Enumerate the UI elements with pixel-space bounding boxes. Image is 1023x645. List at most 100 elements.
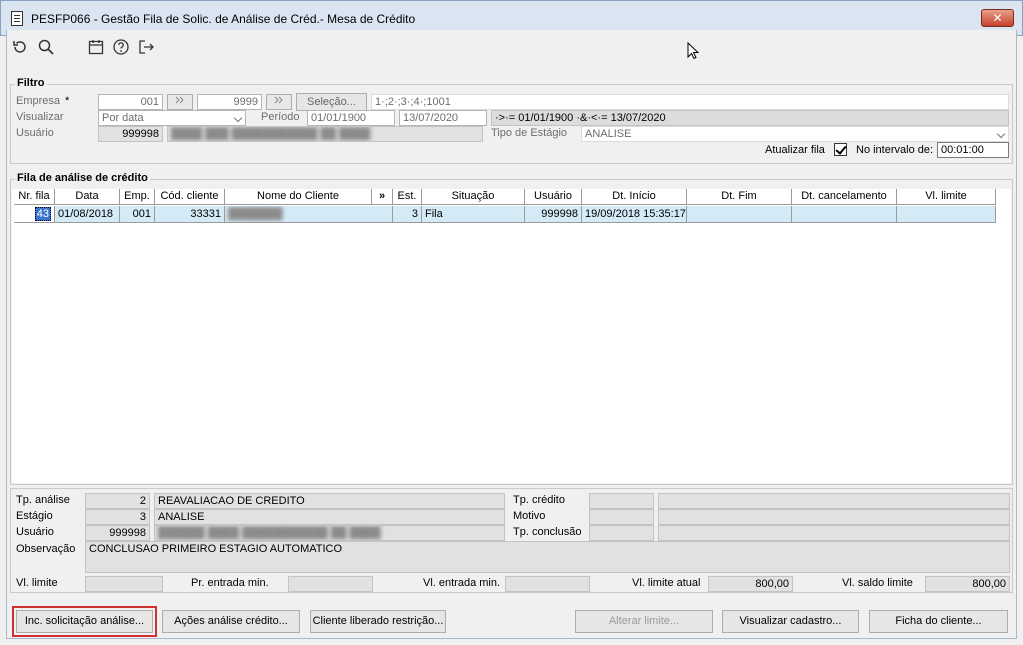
- close-button[interactable]: ✕: [981, 9, 1014, 27]
- visualizar-cadastro-button[interactable]: Visualizar cadastro...: [722, 610, 859, 633]
- cliente-liberado-button[interactable]: Cliente liberado restrição...: [310, 610, 446, 633]
- periodo-from-input[interactable]: 01/01/1900: [307, 110, 395, 126]
- detail-usuario-code: 999998: [85, 525, 150, 541]
- vl-limite-field: [85, 576, 163, 592]
- col-expand[interactable]: »: [372, 189, 393, 205]
- table-row-cell-limite[interactable]: [897, 206, 996, 223]
- help-icon[interactable]: [112, 38, 130, 56]
- estagio-code: 3: [85, 509, 150, 525]
- motivo-code: [589, 509, 654, 525]
- visualizar-select[interactable]: Por data: [98, 110, 246, 126]
- vl-entrada-field: [505, 576, 590, 592]
- empresa-label: Empresa: [16, 95, 61, 107]
- detail-usuario-name: ██████ ████ ███████████ ██ ████: [154, 525, 505, 541]
- periodo-label: Período: [261, 111, 300, 123]
- tp-conclusao-code: [589, 525, 654, 541]
- vl-limite-label: Vl. limite: [16, 577, 58, 589]
- estagio-label: Estágio: [16, 510, 53, 522]
- pr-entrada-field: [288, 576, 373, 592]
- detail-usuario-name-text: ██████ ████ ███████████ ██ ████: [158, 527, 381, 539]
- usuario-name: ████ ███ ███████████ ██ ████: [167, 126, 483, 142]
- observacao-label: Observação: [16, 543, 76, 555]
- window-title: PESFP066 - Gestão Fila de Solic. de Anál…: [31, 12, 416, 26]
- atualizar-fila-label: Atualizar fila: [765, 144, 825, 156]
- filter-title: Filtro: [15, 77, 47, 89]
- visualizar-label: Visualizar: [16, 111, 64, 123]
- tp-analise-code: 2: [85, 493, 150, 509]
- table-row-cell-emp[interactable]: 001: [120, 206, 155, 223]
- estagio-desc: ANALISE: [154, 509, 505, 525]
- usuario-code: 999998: [98, 126, 163, 142]
- usuario-label: Usuário: [16, 127, 54, 139]
- selecao-button[interactable]: Seleção...: [296, 93, 367, 111]
- pr-entrada-label: Pr. entrada min.: [191, 577, 269, 589]
- refresh-icon[interactable]: [11, 38, 29, 56]
- empresa-to-lookup-button[interactable]: [266, 94, 292, 110]
- visualizar-value: Por data: [102, 112, 144, 124]
- col-nome-cliente[interactable]: Nome do Cliente: [225, 189, 372, 205]
- queue-grid[interactable]: Nr. fila Data Emp. Cód. cliente Nome do …: [12, 189, 1011, 483]
- table-row-cell-situacao[interactable]: Fila: [422, 206, 525, 223]
- table-row-cell-usuario[interactable]: 999998: [525, 206, 582, 223]
- chevron-down-icon: [233, 113, 243, 123]
- motivo-desc: [658, 509, 1010, 525]
- vl-limite-atual-label: Vl. limite atual: [632, 577, 701, 589]
- table-row-cell-data[interactable]: 01/08/2018: [55, 206, 120, 223]
- empresa-from-lookup-button[interactable]: [167, 94, 193, 110]
- col-dt-cancelamento[interactable]: Dt. cancelamento: [792, 189, 897, 205]
- tp-analise-desc: REAVALIACAO DE CREDITO: [154, 493, 505, 509]
- tipo-estagio-label: Tipo de Estágio: [491, 127, 568, 139]
- col-vl-limite[interactable]: Vl. limite: [897, 189, 996, 205]
- detail-panel: Tp. análise 2 REAVALIACAO DE CREDITO Est…: [10, 488, 1013, 593]
- inc-solicitacao-button[interactable]: Inc. solicitação análise...: [12, 606, 157, 637]
- col-emp[interactable]: Emp.: [120, 189, 155, 205]
- detail-usuario-label: Usuário: [16, 526, 54, 538]
- col-nr-fila[interactable]: Nr. fila: [14, 189, 55, 205]
- alterar-limite-button[interactable]: Alterar limite...: [575, 610, 713, 633]
- queue-group: Fila de análise de crédito Nr. fila Data…: [10, 172, 1013, 485]
- vl-saldo-label: Vl. saldo limite: [842, 577, 913, 589]
- tp-conclusao-label: Tp. conclusão: [513, 526, 582, 538]
- vl-saldo-field: 800,00: [925, 576, 1010, 592]
- col-usuario[interactable]: Usuário: [525, 189, 582, 205]
- atualizar-fila-checkbox[interactable]: [834, 143, 847, 156]
- toolbar: [7, 30, 1016, 64]
- table-row-cell-est[interactable]: 3: [393, 206, 422, 223]
- search-icon[interactable]: [37, 38, 55, 56]
- col-situacao[interactable]: Situação: [422, 189, 525, 205]
- double-chevron-icon: [175, 96, 184, 104]
- table-row-cell-inicio[interactable]: 19/09/2018 15:35:17: [582, 206, 687, 223]
- table-row-cell-fim[interactable]: [687, 206, 792, 223]
- table-row-cell-cancel[interactable]: [792, 206, 897, 223]
- row-nr-value: 43: [34, 207, 51, 221]
- acoes-analise-button[interactable]: Ações análise crédito...: [162, 610, 300, 633]
- tp-credito-code: [589, 493, 654, 509]
- tp-credito-label: Tp. crédito: [513, 494, 565, 506]
- tipo-estagio-select[interactable]: ANALISE: [581, 126, 1009, 142]
- chevron-down-icon: [996, 129, 1006, 139]
- required-mark: *: [65, 95, 70, 107]
- document-icon: [11, 11, 23, 26]
- col-dt-fim[interactable]: Dt. Fim: [687, 189, 792, 205]
- col-est[interactable]: Est.: [393, 189, 422, 205]
- col-data[interactable]: Data: [55, 189, 120, 205]
- empresa-to-input[interactable]: 9999: [197, 94, 262, 110]
- empresa-list-field: 1·;2·;3·;4·;1001: [371, 94, 1009, 110]
- row-nome-value: ███████: [228, 208, 283, 220]
- table-row-cell-nome[interactable]: ███████: [225, 206, 393, 223]
- exit-icon[interactable]: [137, 38, 155, 56]
- calendar-icon[interactable]: [87, 38, 105, 56]
- table-row-cell-cod[interactable]: 33331: [155, 206, 225, 223]
- tp-analise-label: Tp. análise: [16, 494, 70, 506]
- ficha-cliente-button[interactable]: Ficha do cliente...: [869, 610, 1008, 633]
- empresa-from-input[interactable]: 001: [98, 94, 163, 110]
- motivo-label: Motivo: [513, 510, 546, 522]
- table-row-cell-nr[interactable]: 43: [14, 206, 55, 223]
- intervalo-input[interactable]: 00:01:00: [937, 142, 1009, 158]
- col-dt-inicio[interactable]: Dt. Início: [582, 189, 687, 205]
- col-cod-cliente[interactable]: Cód. cliente: [155, 189, 225, 205]
- periodo-to-input[interactable]: 13/07/2020: [399, 110, 487, 126]
- window-client: Filtro Empresa * 001 9999 Seleção... 1·;…: [6, 30, 1017, 639]
- double-chevron-icon: [274, 96, 283, 104]
- mouse-cursor-icon: [687, 41, 700, 63]
